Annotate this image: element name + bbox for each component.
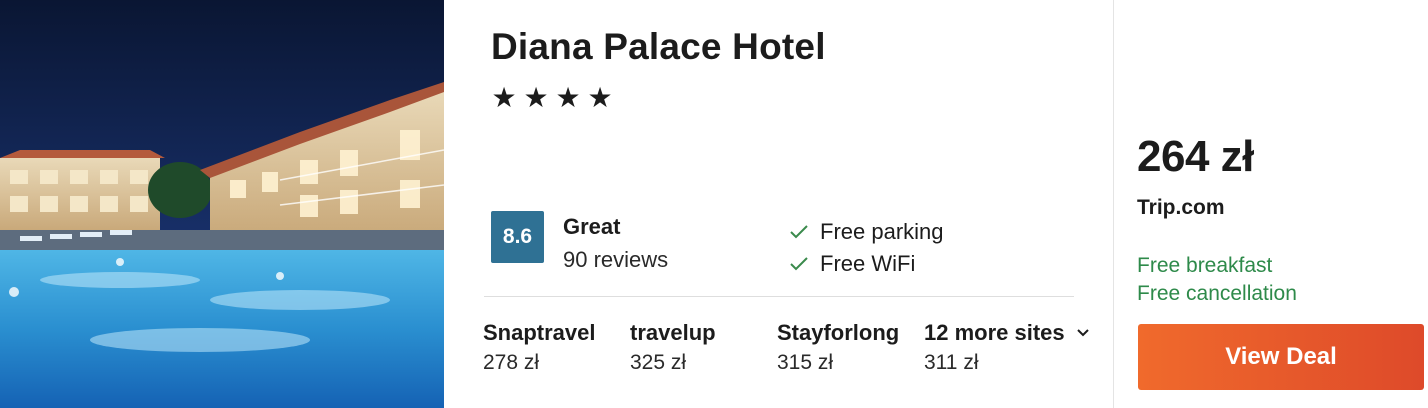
checkmark-icon	[790, 225, 808, 239]
site-name: Stayforlong	[777, 320, 900, 345]
site-offer[interactable]: travelup 325 zł	[630, 318, 716, 375]
amenity-item: Free WiFi	[789, 248, 944, 280]
site-price: 311 zł	[924, 351, 979, 374]
site-name: travelup	[630, 320, 716, 345]
deal-provider: Trip.com	[1137, 196, 1225, 219]
site-name: Snaptravel	[483, 320, 596, 345]
site-offer[interactable]: Snaptravel 278 zł	[483, 318, 596, 375]
perk-free-cancellation: Free cancellation	[1137, 282, 1297, 305]
star-rating: ★ ★ ★ ★	[491, 82, 613, 114]
star-icon: ★	[491, 82, 517, 113]
site-price: 325 zł	[630, 351, 687, 374]
hotel-photo[interactable]	[0, 0, 444, 408]
chevron-down-icon	[1076, 329, 1089, 337]
more-sites-dropdown[interactable]: 12 more sites 311 zł	[924, 318, 1089, 375]
view-deal-button[interactable]: View Deal	[1138, 324, 1424, 390]
deal-panel: 264 zł Trip.com Free breakfast Free canc…	[1114, 0, 1428, 408]
rating-label: Great	[563, 214, 621, 239]
amenity-label: Free parking	[820, 219, 944, 244]
rating-score-badge[interactable]: 8.6	[491, 211, 544, 263]
perk-free-breakfast: Free breakfast	[1137, 254, 1273, 277]
deal-price[interactable]: 264 zł	[1137, 132, 1254, 182]
site-price: 315 zł	[777, 351, 834, 374]
star-icon: ★	[587, 82, 613, 113]
divider	[484, 296, 1074, 297]
star-icon: ★	[523, 82, 549, 113]
hotel-name[interactable]: Diana Palace Hotel	[491, 26, 826, 68]
hotel-photo-image	[0, 0, 444, 408]
site-price: 278 zł	[483, 351, 540, 374]
hotel-info: Diana Palace Hotel ★ ★ ★ ★ 8.6 Great 90 …	[444, 0, 1114, 408]
star-icon: ★	[555, 82, 581, 113]
amenity-list: Free parking Free WiFi	[789, 216, 944, 280]
checkmark-icon	[790, 257, 808, 271]
more-sites-label: 12 more sites	[924, 320, 1065, 345]
site-offer[interactable]: Stayforlong 315 zł	[777, 318, 899, 375]
amenity-item: Free parking	[789, 216, 944, 248]
review-count[interactable]: 90 reviews	[563, 247, 668, 273]
amenity-label: Free WiFi	[820, 251, 916, 276]
